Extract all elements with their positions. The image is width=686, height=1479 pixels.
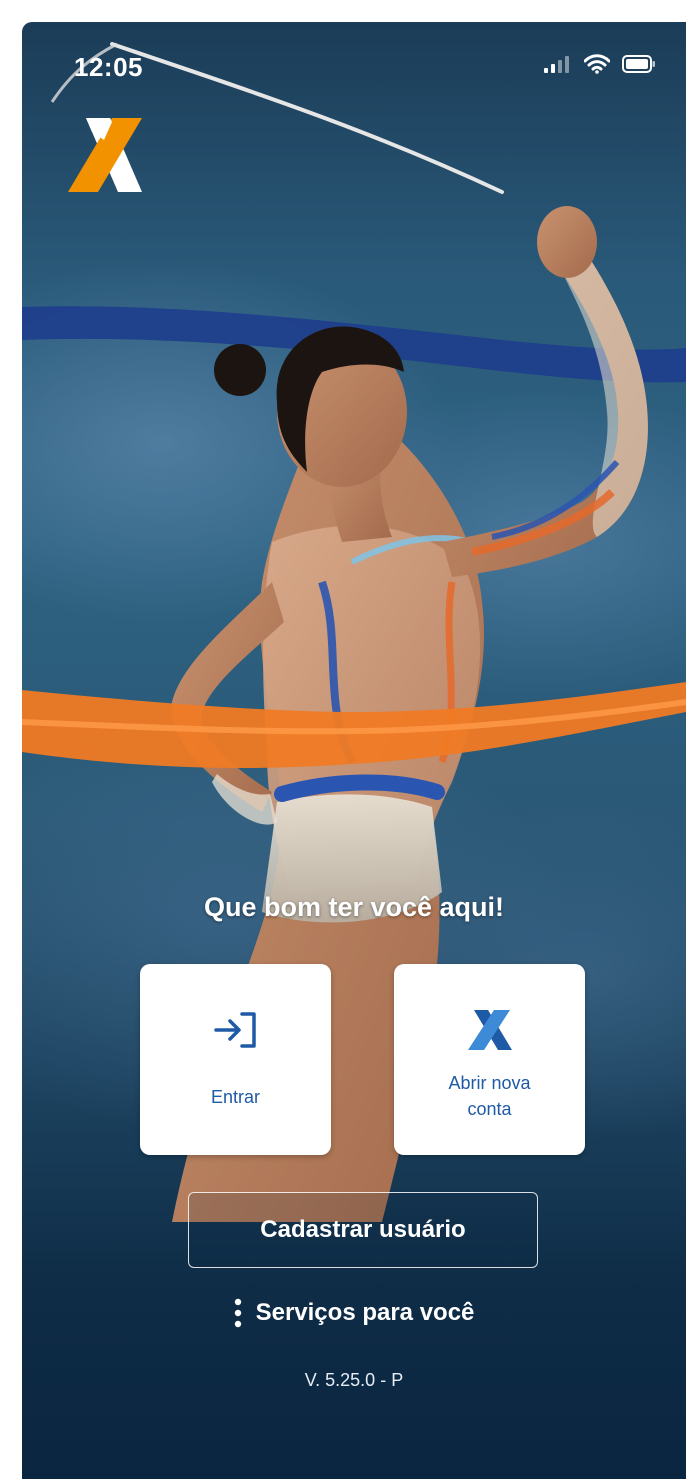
wifi-icon bbox=[584, 54, 610, 74]
hero-illustration bbox=[22, 42, 686, 1222]
vertical-dots-icon bbox=[234, 1298, 241, 1328]
open-account-label: Abrir nova conta bbox=[448, 1073, 531, 1119]
gymnast-hand bbox=[537, 206, 597, 278]
enter-label: Entrar bbox=[210, 1087, 261, 1107]
services-label: Serviços para você bbox=[255, 1299, 475, 1326]
battery-icon bbox=[622, 55, 655, 73]
caixa-x-logo bbox=[68, 118, 142, 192]
gymnast-hair-bun bbox=[214, 344, 266, 396]
app-screen: 12:05 Que bom ter você aqui! Entrar Abri… bbox=[22, 22, 686, 1479]
cellular-signal-icon bbox=[544, 56, 569, 73]
status-time: 12:05 bbox=[74, 52, 143, 82]
status-icons bbox=[544, 54, 656, 74]
register-user-button[interactable]: Cadastrar usuário bbox=[188, 1192, 538, 1268]
login-arrow-icon bbox=[213, 1012, 256, 1048]
version-text: V. 5.25.0 - P bbox=[304, 1370, 404, 1390]
open-account-button[interactable]: Abrir nova conta bbox=[394, 964, 585, 1155]
caixa-x-icon bbox=[467, 1010, 512, 1050]
greeting-text: Que bom ter você aqui! bbox=[203, 892, 505, 922]
status-bar: 12:05 bbox=[22, 22, 686, 92]
enter-button[interactable]: Entrar bbox=[140, 964, 331, 1155]
services-link[interactable]: Serviços para você bbox=[22, 1292, 686, 1334]
